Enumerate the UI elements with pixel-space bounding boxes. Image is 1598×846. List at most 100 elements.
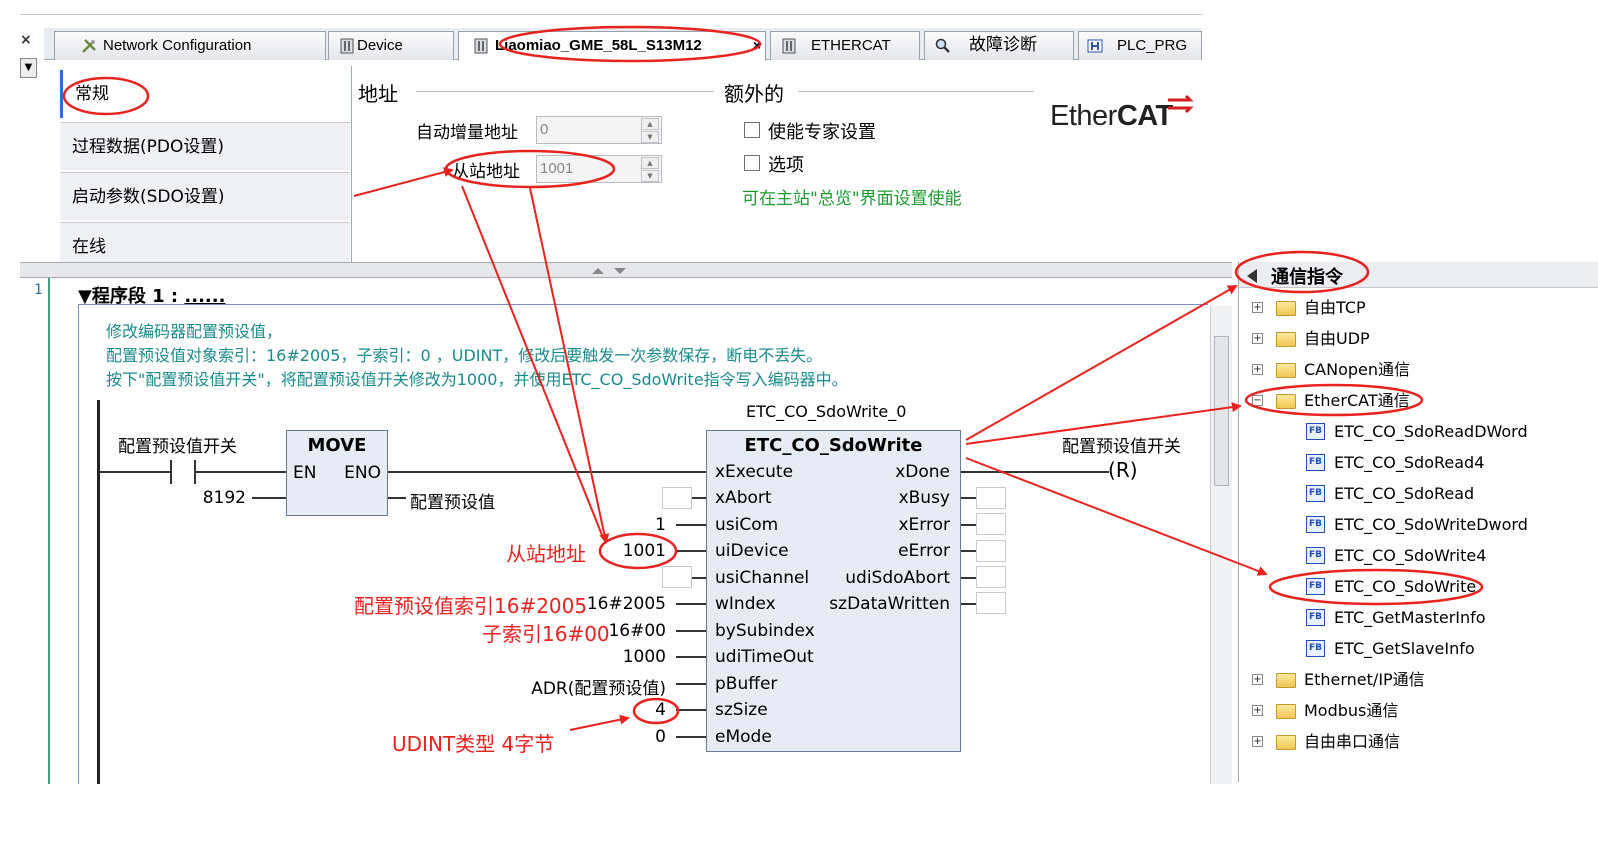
empty-output-box[interactable]	[976, 592, 1006, 614]
auto-inc-address-field[interactable]: 0 ▲ ▼	[536, 116, 662, 144]
tree-item-label: ETC_CO_SdoReadDWord	[1334, 422, 1528, 441]
fb-input-pin: uiDevice	[715, 541, 789, 561]
tree-title: 通信指令	[1271, 267, 1343, 288]
empty-output-box[interactable]	[976, 540, 1006, 562]
tree-item-label: ETC_CO_SdoRead4	[1334, 453, 1485, 472]
expand-icon[interactable]: +	[1252, 674, 1263, 685]
nav-item-general[interactable]: 常规	[60, 70, 350, 118]
coil-type: R	[1115, 458, 1130, 482]
fb-input-pin: szSize	[715, 700, 768, 720]
tab-network-configuration[interactable]: Network Configuration	[54, 31, 326, 60]
slave-address-field[interactable]: 1001 ▲ ▼	[536, 155, 662, 183]
spin-up-icon[interactable]: ▲	[641, 118, 659, 130]
dropdown-icon[interactable]: ▼	[20, 58, 37, 78]
folder-icon	[1276, 332, 1296, 347]
fb-input-value[interactable]: ADR(配置预设值)	[500, 674, 666, 699]
contact-left-bar	[170, 460, 172, 484]
expand-icon[interactable]: +	[1252, 705, 1263, 716]
fb-input-value[interactable]: 1000	[560, 647, 666, 667]
empty-output-box[interactable]	[976, 487, 1006, 509]
program-icon	[1087, 39, 1103, 53]
expand-icon[interactable]: +	[1252, 364, 1263, 375]
empty-input-box[interactable]	[662, 566, 692, 588]
contact-variable-label[interactable]: 配置预设值开关	[118, 432, 237, 457]
fb-input-pin: xExecute	[715, 462, 794, 482]
empty-input-box[interactable]	[662, 487, 692, 509]
fb-input-value[interactable]: 1	[560, 515, 666, 535]
tree-item-label: ETC_GetSlaveInfo	[1334, 639, 1475, 658]
editor-tab-bar: Network Configuration Device Liaomiao_GM…	[44, 28, 1202, 61]
expand-icon[interactable]: +	[1252, 333, 1263, 344]
empty-output-box[interactable]	[976, 566, 1006, 588]
scrollbar-thumb[interactable]	[1214, 336, 1229, 486]
slave-address-label: 从站地址	[452, 162, 520, 182]
wire	[676, 603, 706, 605]
nav-item-label: 启动参数(SDO设置)	[72, 187, 225, 207]
close-icon[interactable]: ×	[753, 32, 761, 59]
nav-item-sdo[interactable]: 启动参数(SDO设置)	[60, 172, 350, 220]
expert-settings-checkbox[interactable]	[744, 122, 760, 138]
fb-input-pin: xAbort	[715, 488, 772, 508]
function-block-icon: FB	[1306, 578, 1325, 595]
ethercat-arrow-icon	[1168, 94, 1194, 114]
folder-icon	[1276, 301, 1296, 316]
fb-instance-name[interactable]: ETC_CO_SdoWrite_0	[746, 402, 906, 421]
function-block-icon: FB	[1306, 547, 1325, 564]
empty-output-box[interactable]	[976, 513, 1006, 535]
move-input-value[interactable]: 8192	[190, 488, 246, 508]
wire	[196, 471, 286, 473]
device-icon	[340, 38, 354, 54]
tab-plc-prg[interactable]: PLC_PRG	[1078, 31, 1202, 60]
fb-input-value[interactable]: 0	[560, 727, 666, 747]
device-icon	[782, 38, 796, 54]
fb-output-pin: udiSdoAbort	[845, 568, 950, 588]
tab-fault-diagnosis[interactable]: 故障诊断	[924, 31, 1074, 60]
close-icon[interactable]: ×	[20, 32, 32, 48]
splitter-grip-icon[interactable]	[590, 266, 630, 276]
wire	[961, 577, 977, 579]
collapse-icon[interactable]	[1247, 269, 1257, 283]
options-checkbox[interactable]	[744, 155, 760, 171]
fb-input-pin: usiCom	[715, 515, 779, 535]
logo-text: Ether	[1050, 100, 1117, 132]
annotation-subindex: 子索引16#00	[482, 622, 610, 646]
tree-item-label: 自由串口通信	[1304, 732, 1401, 751]
wire	[961, 497, 977, 499]
wire	[961, 550, 977, 552]
fb-output-pin: xDone	[895, 462, 950, 482]
wire	[676, 656, 706, 658]
expand-icon[interactable]: +	[1252, 736, 1263, 747]
tab-liaomiao-device[interactable]: Liaomiao_GME_58L_S13M12 ×	[458, 31, 766, 61]
collapse-icon[interactable]: −	[1252, 395, 1263, 406]
tab-ethercat[interactable]: ETHERCAT	[770, 31, 920, 60]
spin-down-icon[interactable]: ▼	[641, 170, 659, 182]
network-header[interactable]: ▼程序段 1 : ......	[78, 282, 225, 308]
network-comment-line: 按下"配置预设值开关"，将配置预设值开关修改为1000，并使用ETC_CO_Sd…	[106, 370, 848, 389]
coil-variable-label[interactable]: 配置预设值开关	[1062, 432, 1181, 457]
magnifier-icon	[935, 38, 950, 53]
tab-device[interactable]: Device	[328, 31, 454, 60]
enable-note: 可在主站"总览"界面设置使能	[742, 189, 962, 209]
fb-input-value[interactable]: 4	[560, 700, 666, 720]
expand-icon[interactable]: +	[1252, 302, 1263, 313]
move-block[interactable]: MOVE EN ENO	[286, 430, 388, 516]
move-eno-pin: ENO	[344, 463, 381, 483]
move-output-variable[interactable]: 配置预设值	[410, 488, 495, 513]
fb-input-pin: bySubindex	[715, 621, 815, 641]
line-number: 1	[34, 282, 43, 298]
reset-coil[interactable]: (R)	[1108, 458, 1138, 482]
fb-output-pin: eError	[898, 541, 950, 561]
tab-label: Device	[357, 37, 403, 54]
function-block-icon: FB	[1306, 485, 1325, 502]
field-value: 0	[540, 121, 549, 138]
fb-input-pin: wIndex	[715, 594, 776, 614]
vertical-scrollbar[interactable]	[1210, 306, 1232, 784]
power-rail	[97, 400, 100, 784]
nav-item-pdo[interactable]: 过程数据(PDO设置)	[60, 122, 350, 170]
wire	[100, 471, 170, 473]
spin-up-icon[interactable]: ▲	[641, 157, 659, 169]
tree-header[interactable]: 通信指令	[1239, 262, 1598, 288]
etc-co-sdowrite-block[interactable]: ETC_CO_SdoWrite xExecute xAbort usiCom u…	[706, 430, 961, 752]
network-config-icon	[82, 39, 96, 53]
spin-down-icon[interactable]: ▼	[641, 131, 659, 143]
